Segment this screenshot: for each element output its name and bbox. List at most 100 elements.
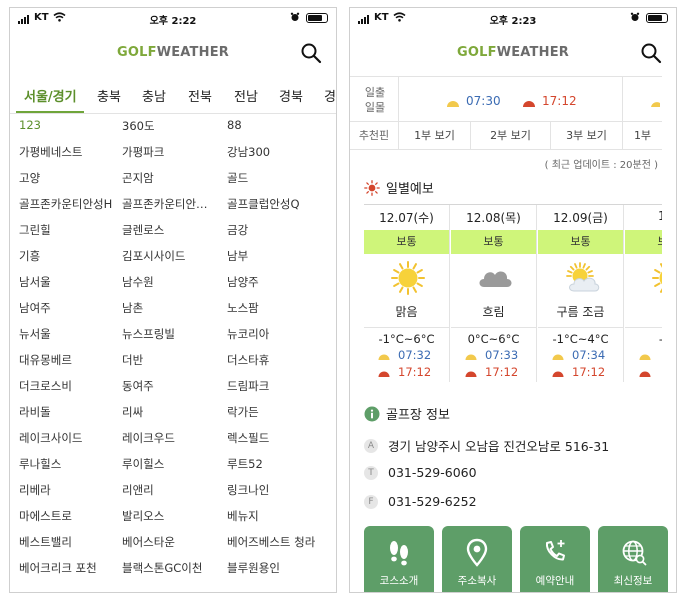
course-link[interactable]: 글렌로스 xyxy=(122,222,164,238)
fax-icon: F xyxy=(364,494,378,509)
course-link[interactable]: 동여주 xyxy=(122,378,154,394)
course-link[interactable]: 곤지암 xyxy=(122,170,154,186)
search-icon[interactable] xyxy=(640,42,662,64)
course-link[interactable]: 리앤리 xyxy=(122,482,154,498)
pin-view-3[interactable]: 3부 보기 xyxy=(550,122,622,150)
course-link[interactable]: 베스트밸리 xyxy=(19,534,72,550)
course-link[interactable]: 베어즈베스트 청라 xyxy=(227,534,315,550)
pin-view-4[interactable]: 1부 xyxy=(622,122,662,150)
forecast-sunset: 17:12 xyxy=(572,365,606,379)
course-link[interactable]: 마에스트로 xyxy=(19,508,72,524)
course-link[interactable]: 더크로스비 xyxy=(19,378,72,394)
course-link[interactable]: 남촌 xyxy=(122,300,143,316)
info-icon xyxy=(364,406,380,421)
app-logo[interactable]: GOLFWEATHER xyxy=(10,45,336,60)
forecast-date: 12.09(금) xyxy=(553,211,608,225)
course-link[interactable]: 발리오스 xyxy=(122,508,164,524)
sunrise-icon xyxy=(552,354,564,360)
course-link[interactable]: 가평파크 xyxy=(122,144,164,160)
course-link[interactable]: 베어크리크 포천 xyxy=(19,560,97,576)
tab-jeonnam[interactable]: 전남 xyxy=(234,86,258,105)
region-tabs: 서울/경기 충북 충남 전북 전남 경북 경 xyxy=(10,74,336,114)
course-link[interactable]: 골프존카운티안… xyxy=(122,196,208,212)
course-link[interactable]: 남수원 xyxy=(122,274,154,290)
app-header: GOLFWEATHER xyxy=(350,32,676,72)
phone-text[interactable]: 031-529-6060 xyxy=(388,465,477,480)
forecast-date: 12.07(수) xyxy=(379,211,434,225)
course-link[interactable]: 남여주 xyxy=(19,300,51,316)
course-link[interactable]: 베어스타운 xyxy=(122,534,175,550)
course-link[interactable]: 가평베네스트 xyxy=(19,144,82,160)
latest-info-button[interactable]: 최신정보 xyxy=(598,526,668,592)
address-row: A 경기 남양주시 오남읍 진건오남로 516-31 xyxy=(364,436,609,455)
footprints-icon xyxy=(390,541,408,566)
course-link[interactable]: 블랙스톤GC이천 xyxy=(122,560,202,576)
course-link[interactable]: 루나힐스 xyxy=(19,456,61,472)
course-link[interactable]: 고양 xyxy=(19,170,40,186)
course-link[interactable]: 락가든 xyxy=(227,404,259,420)
pin-view-2[interactable]: 2부 보기 xyxy=(470,122,550,150)
tab-chungbuk[interactable]: 충북 xyxy=(97,86,121,105)
sunrise-icon xyxy=(378,354,390,360)
course-link[interactable]: 골프클럽안성Q xyxy=(227,196,300,212)
course-link[interactable]: 골프존카운티안성H xyxy=(19,196,112,212)
course-link[interactable]: 뉴스프링빌 xyxy=(122,326,175,342)
course-link[interactable]: 블루원용인 xyxy=(227,560,280,576)
course-link[interactable]: 360도 xyxy=(122,118,155,134)
course-link[interactable]: 강남300 xyxy=(227,144,270,160)
tab-gyeongnam[interactable]: 경 xyxy=(324,86,336,105)
copy-address-button[interactable]: 주소복사 xyxy=(442,526,512,592)
course-link[interactable]: 리싸 xyxy=(122,404,143,420)
course-link[interactable]: 더반 xyxy=(122,352,143,368)
daily-forecast-carousel[interactable]: 12.07(수) 보통 맑음 -1°C~6°C 07:32 17:12 12.08(목) 보통… xyxy=(364,204,662,382)
course-link[interactable]: 라비돌 xyxy=(19,404,51,420)
course-link[interactable]: 골드 xyxy=(227,170,248,186)
search-icon[interactable] xyxy=(300,42,322,64)
course-link[interactable]: 기흥 xyxy=(19,248,40,264)
course-link[interactable]: 대유몽베르 xyxy=(19,352,72,368)
course-link[interactable]: 남부 xyxy=(227,248,248,264)
course-link[interactable]: 리베라 xyxy=(19,482,51,498)
course-link[interactable]: 드림파크 xyxy=(227,378,269,394)
fax-text: 031-529-6252 xyxy=(388,494,477,509)
course-link[interactable]: 뉴서울 xyxy=(19,326,51,342)
course-link[interactable]: 노스팜 xyxy=(227,300,259,316)
course-link[interactable]: 레이크사이드 xyxy=(19,430,82,446)
course-link[interactable]: 김포시사이드 xyxy=(122,248,185,264)
forecast-day: 12.08(목) 보통 흐림 0°C~6°C 07:33 17:12 xyxy=(451,205,537,382)
sun-icon xyxy=(388,261,428,295)
globe-search-icon xyxy=(622,540,647,566)
forecast-sunset: 17:12 xyxy=(398,365,432,379)
play-status-badge: 보통 xyxy=(364,230,449,254)
play-status-badge: 보통 xyxy=(538,230,623,254)
course-link[interactable]: 베뉴지 xyxy=(227,508,259,524)
course-intro-button[interactable]: 코스소개 xyxy=(364,526,434,592)
course-link[interactable]: 더스타휴 xyxy=(227,352,269,368)
course-link[interactable]: 뉴코리아 xyxy=(227,326,269,342)
course-link[interactable]: 루이힐스 xyxy=(122,456,164,472)
course-link[interactable]: 렉스필드 xyxy=(227,430,269,446)
app-header: GOLFWEATHER xyxy=(10,32,336,72)
course-link[interactable]: 루트52 xyxy=(227,456,263,472)
sunset-icon xyxy=(552,371,564,377)
tab-jeonbuk[interactable]: 전북 xyxy=(188,86,212,105)
pin-view-1[interactable]: 1부 보기 xyxy=(398,122,470,150)
tab-gyeongbuk[interactable]: 경북 xyxy=(279,86,303,105)
course-link[interactable]: 링크나인 xyxy=(227,482,269,498)
tab-seoul-gyeonggi[interactable]: 서울/경기 xyxy=(24,86,77,105)
course-link[interactable]: 123 xyxy=(19,118,41,132)
course-link[interactable]: 남서울 xyxy=(19,274,51,290)
reservation-button[interactable]: 예약안내 xyxy=(520,526,590,592)
forecast-sunrise: 07:34 xyxy=(572,348,606,362)
address-text: 경기 남양주시 오남읍 진건오남로 516-31 xyxy=(388,439,610,454)
forecast-condition: 흐림 xyxy=(482,305,505,319)
course-link[interactable]: 금강 xyxy=(227,222,248,238)
course-link[interactable]: 88 xyxy=(227,118,242,132)
tab-chungnam[interactable]: 충남 xyxy=(142,86,166,105)
course-link[interactable]: 레이크우드 xyxy=(122,430,175,446)
course-link[interactable]: 남양주 xyxy=(227,274,259,290)
course-link[interactable]: 그린힐 xyxy=(19,222,51,238)
status-bar: KT 오후 2:23 xyxy=(350,8,676,30)
app-logo[interactable]: GOLFWEATHER xyxy=(350,45,676,60)
daily-forecast-title: 일별예보 xyxy=(364,178,434,197)
